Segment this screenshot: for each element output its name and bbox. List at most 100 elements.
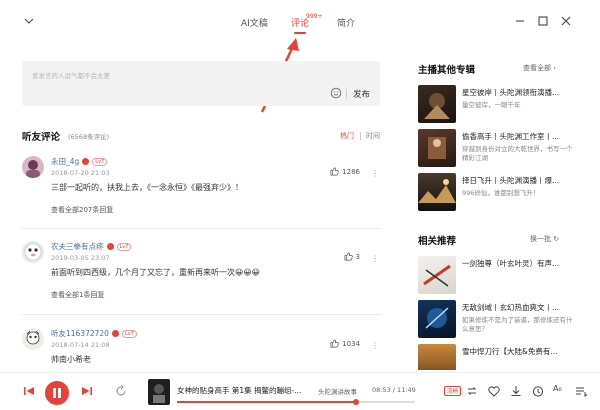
sort-hot-button[interactable]: 热门 <box>340 131 354 141</box>
collapse-chevron-icon[interactable] <box>22 14 36 28</box>
tab-intro[interactable]: 简介 <box>337 16 355 29</box>
album-desc: 如果修炼不是为了装逼，那修炼还有什么意思？ <box>462 316 573 333</box>
tab-ai-transcript[interactable]: AI文稿 <box>241 16 268 29</box>
user-level-badge: Lv7 <box>121 330 137 338</box>
album-card[interactable]: 雪中悍刀行【大陆&免费有... <box>418 344 583 370</box>
album-card[interactable]: 无敌剑域丨玄幻热血爽文丨... 如果修炼不是为了装逼，那修炼还有什么意思？ <box>418 300 583 338</box>
progress-bar[interactable] <box>177 399 415 405</box>
divider <box>346 89 347 99</box>
track-cover[interactable] <box>148 379 170 405</box>
previous-icon[interactable] <box>22 384 36 398</box>
minimize-icon[interactable] <box>513 14 527 28</box>
comment-text: 三部一起听的，扶我上去，《一念永恒》《最强弃少》！ <box>51 183 243 192</box>
like-button[interactable]: 1034 <box>330 339 360 348</box>
sort-time-button[interactable]: 时间 <box>366 131 380 141</box>
other-albums-title: 主播其他专辑 <box>418 65 476 76</box>
vip-icon <box>82 158 90 165</box>
avatar[interactable] <box>22 328 44 350</box>
album-title: 无敌剑域丨玄幻热血爽文丨... <box>462 303 560 312</box>
emoji-icon[interactable] <box>330 87 342 99</box>
divider <box>22 314 382 315</box>
album-title: 择日飞升丨头陀渊演播丨爆... <box>462 176 560 185</box>
comment-username[interactable]: 听友116372720 Lv7 <box>51 328 137 339</box>
speed-button[interactable]: A₀ <box>553 384 562 393</box>
comments-section-title: 听友评论 <box>22 132 61 143</box>
download-icon[interactable] <box>509 384 523 398</box>
vip-icon <box>106 243 114 250</box>
album-card[interactable]: 偷香高手丨头陀渊工作室丨... 穿越到身份对立的大乾世界，书写一个精彩江湖 <box>418 129 583 167</box>
comment-time: 2018-07-20 21:03 <box>51 169 110 177</box>
refresh-icon: ↻ <box>553 235 560 243</box>
change-batch-button[interactable]: 换一批 ↻ <box>530 234 559 244</box>
like-button[interactable]: 3 <box>344 252 360 261</box>
comments-count: (6568条评论) <box>68 133 110 141</box>
comment-count-badge: 999+ <box>306 13 323 20</box>
album-cover <box>418 344 456 370</box>
thumbs-up-icon <box>330 339 339 348</box>
comment-text: 前面听到四西级，几个月了又忘了，重新再来听一次😀😀😀 <box>51 268 261 277</box>
album-card[interactable]: 一剑独尊（叶玄叶灵）有声... <box>418 256 583 294</box>
like-count: 1286 <box>342 168 360 176</box>
divider <box>360 132 361 140</box>
comment-item: 农夫三拳有点疼 Lv7 2019-03-05 23:07 前面听到四西级，几个月了… <box>22 241 382 303</box>
like-button[interactable]: 1286 <box>330 167 360 176</box>
rewind-icon[interactable] <box>114 384 128 398</box>
quality-badge[interactable]: 流畅 <box>444 386 462 396</box>
album-title: 雪中悍刀行【大陆&免费有... <box>462 347 558 356</box>
comment-input-box[interactable]: 爱发言的人运气都不会太差 发布 <box>22 61 380 106</box>
user-level-badge: Lv7 <box>92 158 108 166</box>
vip-icon <box>111 330 119 337</box>
thumbs-up-icon <box>344 252 353 261</box>
more-options-icon[interactable]: ⋮ <box>371 254 379 263</box>
timer-icon[interactable] <box>531 384 545 398</box>
thumbs-up-icon <box>330 167 339 176</box>
playlist-icon[interactable] <box>574 384 588 398</box>
comment-username[interactable]: 农夫三拳有点疼 Lv7 <box>51 241 132 252</box>
close-icon[interactable] <box>559 14 573 28</box>
progress-handle[interactable] <box>352 399 359 405</box>
track-title[interactable]: 女神的贴身高手 第1集 揭鳖的蹦组-... <box>177 385 301 396</box>
album-cover <box>418 256 456 294</box>
more-options-icon[interactable]: ⋮ <box>371 341 379 350</box>
divider <box>22 228 382 229</box>
like-count: 1034 <box>342 340 360 348</box>
album-card[interactable]: 择日飞升丨头陀渊演播丨爆... 996修仙，谁都别想飞升！ <box>418 173 583 211</box>
publish-button[interactable]: 发布 <box>353 88 370 100</box>
comment-input-placeholder: 爱发言的人运气都不会太差 <box>32 72 110 80</box>
view-all-link[interactable]: 查看全部 › <box>523 63 556 73</box>
comment-text: 帅南小希老 <box>51 355 91 364</box>
track-author[interactable]: 头陀渊讲故事 <box>318 386 357 396</box>
album-desc: 996修仙，谁都别想飞升！ <box>462 189 540 197</box>
view-replies-link[interactable]: 查看全部207条回复 <box>51 205 113 215</box>
album-title: 星空彼岸丨头陀渊领衔演播... <box>462 88 560 97</box>
like-count: 3 <box>355 253 360 261</box>
favorite-icon[interactable] <box>487 384 501 398</box>
avatar[interactable] <box>22 241 44 263</box>
more-options-icon[interactable]: ⋮ <box>371 169 379 178</box>
comment-time: 2018-07-14 21:08 <box>51 341 110 349</box>
comment-username[interactable]: 永田_4g Lv7 <box>51 156 108 167</box>
album-desc: 穿越到身份对立的大乾世界，书写一个精彩江湖 <box>462 145 573 162</box>
view-replies-link[interactable]: 查看全部1条回复 <box>51 290 104 300</box>
album-cover <box>418 300 456 338</box>
maximize-icon[interactable] <box>536 14 550 28</box>
album-cover <box>418 173 456 211</box>
related-title: 相关推荐 <box>418 236 457 247</box>
user-level-badge: Lv7 <box>116 243 132 251</box>
loop-icon[interactable] <box>465 384 479 398</box>
comment-time: 2019-03-05 23:07 <box>51 254 110 262</box>
album-desc: 量空彼岸，一眼千年 <box>462 101 521 109</box>
comment-item: 永田_4g Lv7 2018-07-20 21:03 三部一起听的，扶我上去，《一… <box>22 156 382 218</box>
comment-item: 听友116372720 Lv7 2018-07-14 21:08 帅南小希老 10… <box>22 328 382 368</box>
album-title: 偷香高手丨头陀渊工作室丨... <box>462 132 560 141</box>
progress-fill <box>177 401 356 403</box>
pause-button[interactable] <box>45 381 69 405</box>
avatar[interactable] <box>22 156 44 178</box>
next-icon[interactable] <box>80 384 94 398</box>
track-time: 08:53 / 11:49 <box>372 386 416 394</box>
album-cover <box>418 85 456 123</box>
album-card[interactable]: 星空彼岸丨头陀渊领衔演播... 量空彼岸，一眼千年 <box>418 85 583 123</box>
player-bar: 女神的贴身高手 第1集 揭鳖的蹦组-... 头陀渊讲故事 08:53 / 11:… <box>0 372 600 410</box>
album-title: 一剑独尊（叶玄叶灵）有声... <box>462 259 560 268</box>
chevron-right-icon: › <box>553 64 557 72</box>
